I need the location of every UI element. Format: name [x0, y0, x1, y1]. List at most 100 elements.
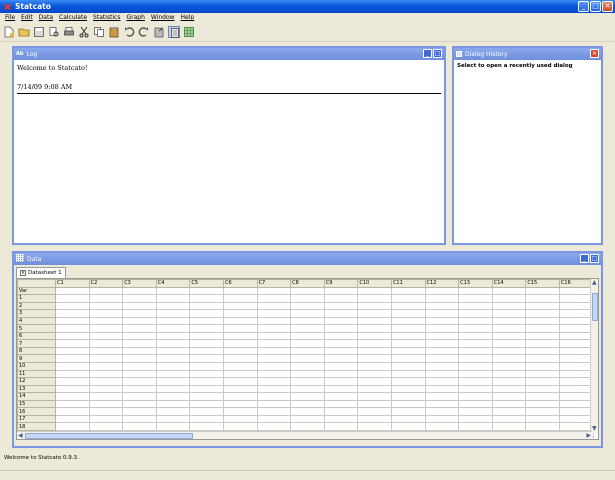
dialog-history-close-button[interactable]: ✕ [590, 49, 599, 58]
data-cell[interactable] [256, 392, 292, 401]
data-cell[interactable] [424, 392, 460, 401]
data-cell[interactable] [222, 339, 258, 348]
data-cell[interactable] [256, 422, 292, 431]
variable-name-cell[interactable] [558, 286, 594, 296]
data-cell[interactable] [491, 362, 527, 371]
variable-name-cell[interactable] [290, 286, 325, 296]
menu-calculate[interactable]: Calculate [56, 13, 90, 22]
close-tab-icon[interactable]: × [20, 270, 26, 276]
data-cell[interactable] [357, 422, 392, 431]
data-cell[interactable] [189, 301, 224, 311]
data-cell[interactable] [222, 331, 258, 341]
data-cell[interactable] [390, 399, 426, 409]
data-cell[interactable] [189, 339, 224, 348]
variable-name-cell[interactable] [525, 286, 560, 296]
scroll-down-icon[interactable]: ▼ [592, 426, 597, 432]
data-cell[interactable] [88, 316, 124, 326]
column-header[interactable]: C11 [390, 279, 426, 288]
variable-name-cell[interactable] [189, 286, 224, 296]
data-cell[interactable] [424, 331, 460, 341]
data-cell[interactable] [390, 301, 426, 311]
data-cell[interactable] [357, 346, 392, 356]
data-cell[interactable] [558, 324, 594, 333]
variable-name-cell[interactable] [390, 286, 426, 296]
data-cell[interactable] [189, 324, 224, 333]
data-cell[interactable] [357, 369, 392, 379]
data-cell[interactable] [290, 309, 325, 318]
data-cell[interactable] [122, 407, 157, 416]
data-cell[interactable] [290, 301, 325, 311]
data-cell[interactable] [155, 399, 191, 409]
data-cell[interactable] [290, 422, 325, 431]
data-cell[interactable] [55, 362, 90, 371]
data-cell[interactable] [88, 384, 124, 394]
data-cell[interactable] [290, 384, 325, 394]
data-cell[interactable] [55, 301, 90, 311]
data-cell[interactable] [390, 414, 426, 424]
data-cell[interactable] [390, 339, 426, 348]
data-cell[interactable] [424, 399, 460, 409]
data-cell[interactable] [88, 369, 124, 379]
data-maximize-button[interactable]: □ [590, 254, 599, 263]
data-cell[interactable] [189, 346, 224, 356]
variable-name-cell[interactable] [491, 286, 527, 296]
data-cell[interactable] [189, 384, 224, 394]
data-cell[interactable] [458, 377, 493, 386]
data-cell[interactable] [55, 399, 90, 409]
data-cell[interactable] [323, 414, 359, 424]
data-cell[interactable] [290, 331, 325, 341]
data-cell[interactable] [323, 407, 359, 416]
data-cell[interactable] [88, 339, 124, 348]
column-header[interactable]: C16 [558, 279, 594, 288]
column-header[interactable]: C8 [290, 279, 325, 288]
data-cell[interactable] [88, 414, 124, 424]
data-cell[interactable] [55, 331, 90, 341]
menu-help[interactable]: Help [178, 13, 198, 22]
variable-name-cell[interactable] [323, 286, 359, 296]
data-cell[interactable] [256, 346, 292, 356]
data-cell[interactable] [256, 414, 292, 424]
data-cell[interactable] [122, 422, 157, 431]
column-header[interactable]: C13 [458, 279, 493, 288]
scroll-left-icon[interactable]: ◀ [18, 433, 23, 439]
data-cell[interactable] [290, 407, 325, 416]
data-cell[interactable] [525, 346, 560, 356]
data-cell[interactable] [88, 301, 124, 311]
data-cell[interactable] [88, 399, 124, 409]
data-cell[interactable] [290, 369, 325, 379]
data-cell[interactable] [155, 309, 191, 318]
data-cell[interactable] [458, 346, 493, 356]
data-cell[interactable] [491, 399, 527, 409]
data-cell[interactable] [357, 392, 392, 401]
data-cell[interactable] [222, 392, 258, 401]
data-cell[interactable] [491, 309, 527, 318]
data-cell[interactable] [122, 301, 157, 311]
row-header[interactable]: 17 [17, 414, 56, 424]
data-cell[interactable] [155, 331, 191, 341]
horizontal-scrollbar[interactable]: ◀ ▶ [17, 431, 592, 439]
data-cell[interactable] [525, 369, 560, 379]
data-cell[interactable] [525, 324, 560, 333]
print-preview-icon[interactable] [48, 26, 60, 38]
row-header[interactable]: 5 [17, 324, 56, 333]
data-cell[interactable] [88, 392, 124, 401]
column-header[interactable]: C1 [55, 279, 90, 288]
data-cell[interactable] [290, 346, 325, 356]
data-cell[interactable] [390, 422, 426, 431]
data-cell[interactable] [122, 316, 157, 326]
data-cell[interactable] [55, 377, 90, 386]
data-cell[interactable] [222, 384, 258, 394]
data-cell[interactable] [390, 392, 426, 401]
data-cell[interactable] [189, 369, 224, 379]
log-content[interactable]: Welcome to Statcato! 7/14/09 9:08 AM [14, 60, 444, 243]
data-cell[interactable] [256, 354, 292, 363]
menu-graph[interactable]: Graph [123, 13, 147, 22]
data-cell[interactable] [88, 294, 124, 303]
data-cell[interactable] [525, 339, 560, 348]
data-cell[interactable] [256, 331, 292, 341]
data-cell[interactable] [155, 407, 191, 416]
row-header[interactable]: 2 [17, 301, 56, 311]
data-cell[interactable] [55, 407, 90, 416]
row-header[interactable]: 6 [17, 331, 56, 341]
menu-statistics[interactable]: Statistics [90, 13, 123, 22]
